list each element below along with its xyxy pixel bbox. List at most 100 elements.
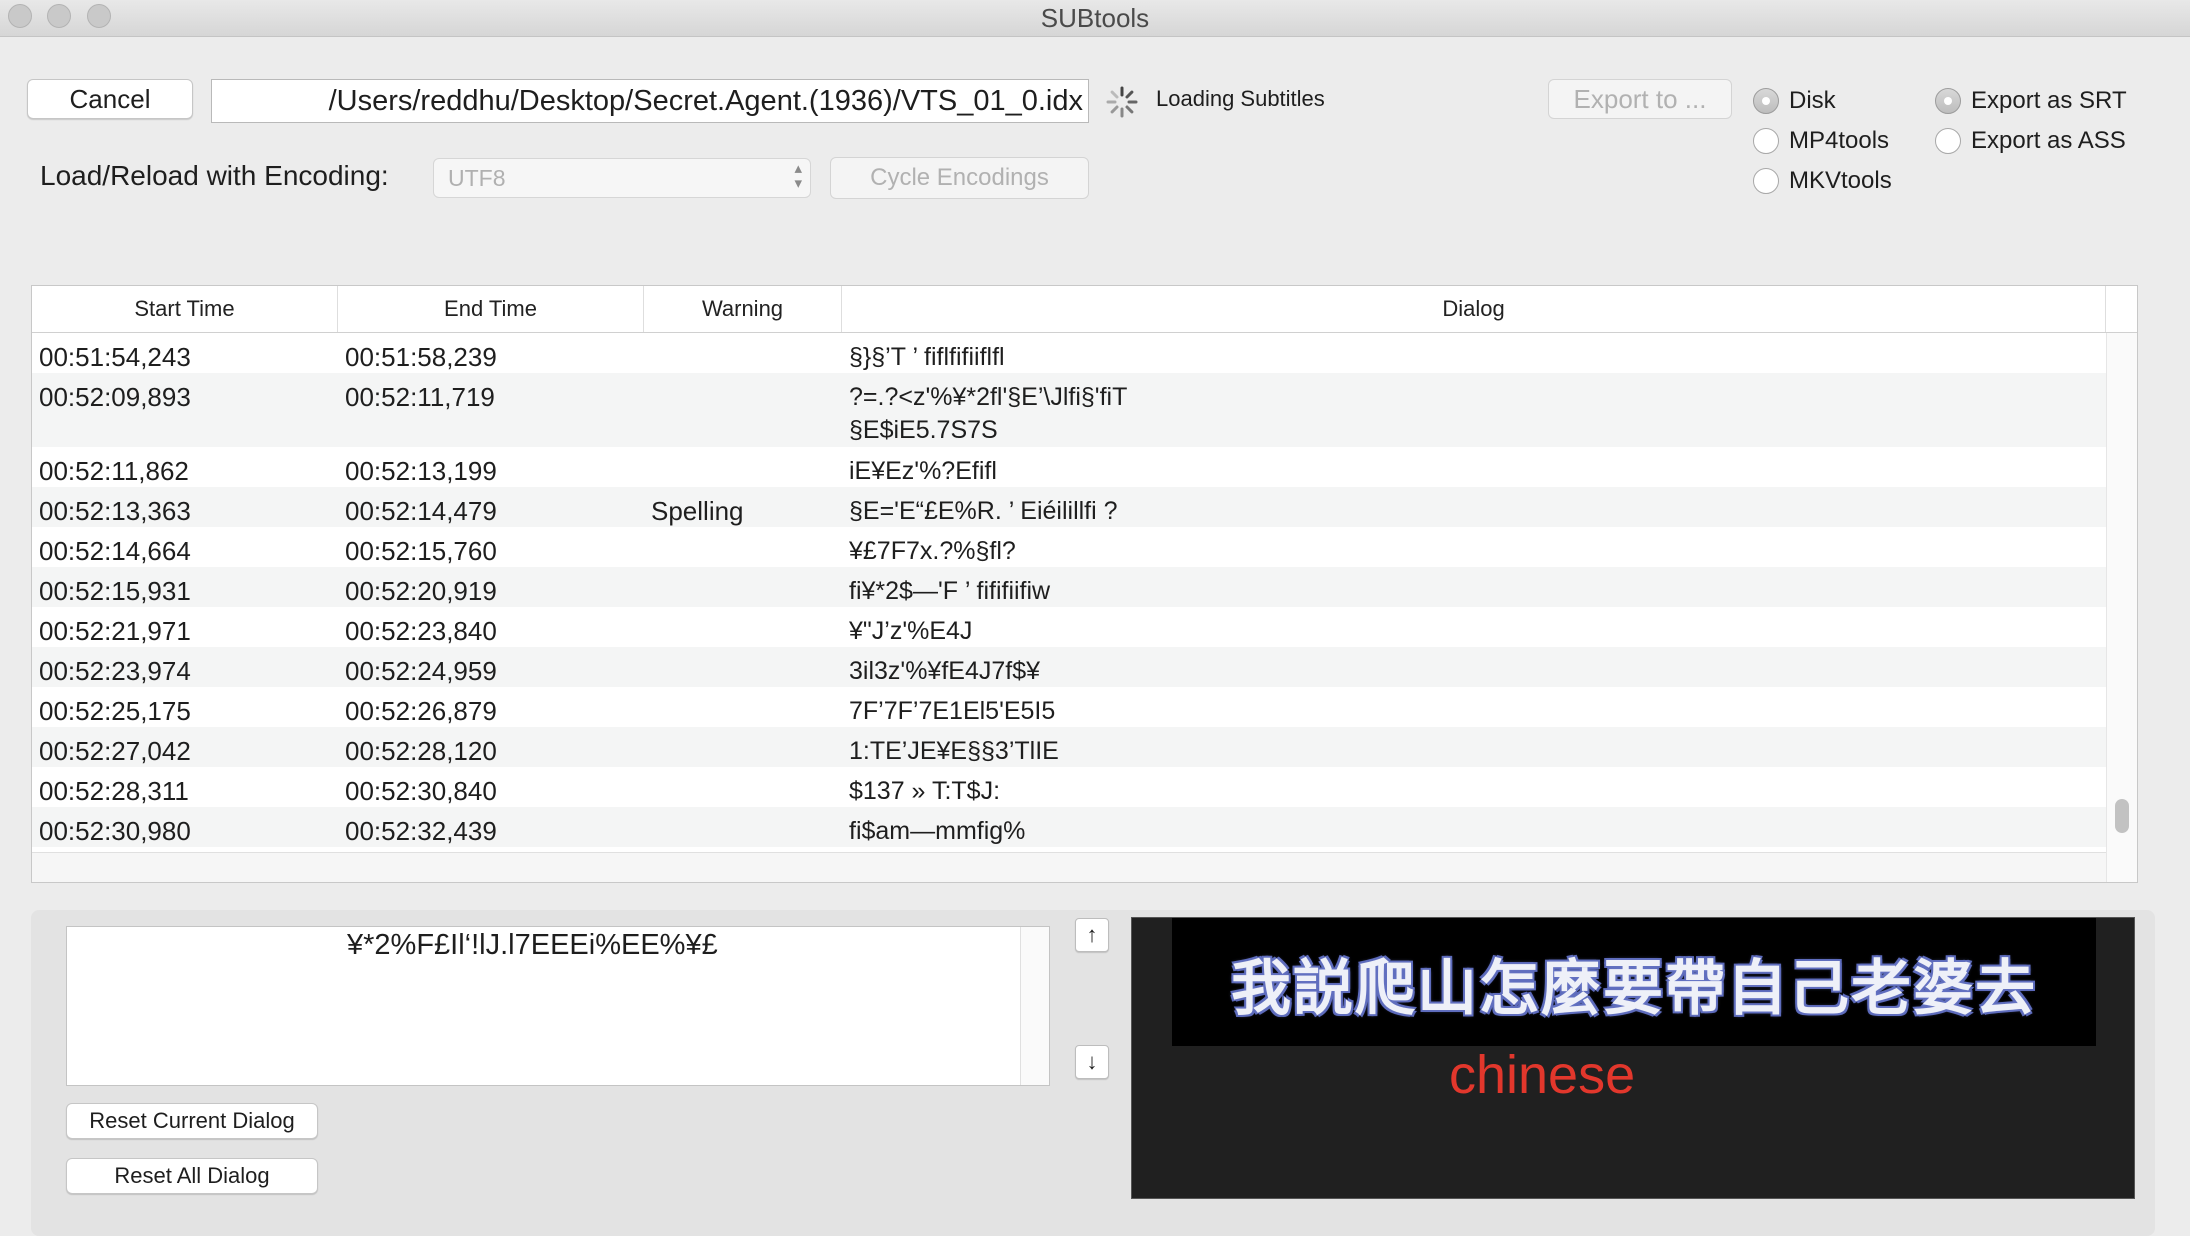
cell-start-time: 00:52:30,980 xyxy=(39,816,191,846)
export-button[interactable]: Export to ... xyxy=(1548,79,1732,119)
table-header: Start Time End Time Warning Dialog xyxy=(32,286,2137,333)
arrow-up-icon: ↑ xyxy=(1086,922,1098,947)
cell-end-time: 00:51:58,239 xyxy=(345,342,497,372)
radio-mkvtools-circle[interactable] xyxy=(1753,168,1779,194)
radio-mkvtools[interactable]: MKVtools xyxy=(1753,167,1892,195)
file-path-field[interactable]: /Users/reddhu/Desktop/Secret.Agent.(1936… xyxy=(211,79,1089,123)
column-header-end-time[interactable]: End Time xyxy=(338,286,644,332)
subtitle-image-text: 我説爬山怎麼要帶自己老婆去 xyxy=(1231,954,2037,1024)
cell-end-time: 00:52:23,840 xyxy=(345,616,497,646)
reset-current-dialog-button[interactable]: Reset Current Dialog xyxy=(66,1103,318,1139)
cancel-button[interactable]: Cancel xyxy=(27,79,193,119)
cell-start-time: 00:52:28,311 xyxy=(39,776,189,806)
radio-mp4tools-label: MP4tools xyxy=(1789,127,1890,154)
table-body: 00:51:54,243 00:51:58,239 §}§’T ’ fiflfifi… xyxy=(32,333,2106,847)
radio-export-srt-circle[interactable] xyxy=(1935,88,1961,114)
radio-export-ass-label: Export as ASS xyxy=(1971,127,2126,154)
encoding-select[interactable]: UTF8 ▴ ▾ xyxy=(433,158,811,198)
table-row[interactable]: 00:52:09,893 00:52:11,719 ?=.?<z'%¥*2fl'§E… xyxy=(32,373,2106,447)
cell-start-time: 00:52:11,862 xyxy=(39,456,189,486)
window-title: SUBtools xyxy=(1040,3,1150,33)
radio-mp4tools[interactable]: MP4tools xyxy=(1753,127,1889,155)
editor-scrollbar[interactable] xyxy=(1020,927,1049,1085)
radio-disk-label: Disk xyxy=(1789,87,1836,114)
dialog-line: ¥£7F7x.?%§fl? xyxy=(849,537,1016,565)
cell-start-time: 00:52:14,664 xyxy=(39,536,191,566)
previous-dialog-button[interactable]: ↑ xyxy=(1075,918,1109,952)
table-row[interactable]: 00:52:13,363 00:52:14,479 Spelling §E='E“£E… xyxy=(32,487,2106,527)
spinner-icon xyxy=(1106,86,1138,118)
cell-dialog: §}§’T ’ fiflfifiiflfl xyxy=(849,341,1005,374)
dialog-line: fi¥*2$—'F ’ fififiifiw xyxy=(849,577,1051,605)
table-row[interactable]: 00:52:11,862 00:52:13,199 iE¥Ez'%?Efifl xyxy=(32,447,2106,487)
subtitle-table[interactable]: Start Time End Time Warning Dialog 00:51… xyxy=(31,285,2138,883)
table-scrollbar[interactable] xyxy=(2106,333,2137,882)
cell-end-time: 00:52:24,959 xyxy=(345,656,497,686)
dialog-line: §E$iE5.7S7S xyxy=(849,416,998,444)
cell-end-time: 00:52:26,879 xyxy=(345,696,497,726)
table-row[interactable]: 00:51:54,243 00:51:58,239 §}§’T ’ fiflfifi… xyxy=(32,333,2106,373)
radio-mkvtools-label: MKVtools xyxy=(1789,167,1892,194)
cell-start-time: 00:52:27,042 xyxy=(39,736,191,766)
table-row[interactable]: 00:52:27,042 00:52:28,120 1:TE’JE¥E§§3’TlI… xyxy=(32,727,2106,767)
dialog-line: 3il3z'%¥fE4J7f$¥ xyxy=(849,657,1041,685)
arrow-down-icon: ↓ xyxy=(1086,1049,1098,1074)
cell-end-time: 00:52:20,919 xyxy=(345,576,497,606)
cell-start-time: 00:51:54,243 xyxy=(39,342,191,372)
cell-dialog: 3il3z'%¥fE4J7f$¥ xyxy=(849,655,1040,688)
cell-end-time: 00:52:14,479 xyxy=(345,496,497,526)
chevron-updown-icon: ▴ ▾ xyxy=(794,160,802,192)
cell-warning: Spelling xyxy=(651,496,744,526)
subtitle-preview: 我説爬山怎麼要帶自己老婆去 chinese xyxy=(1131,917,2135,1199)
dialog-line: fi$am—mmfig% xyxy=(849,817,1026,845)
cell-end-time: 00:52:32,439 xyxy=(345,816,497,846)
dialog-line: §}§’T ’ fiflfifiiflfl xyxy=(849,343,1005,371)
radio-disk-circle[interactable] xyxy=(1753,88,1779,114)
cell-dialog: fi$am—mmfig% xyxy=(849,815,1025,848)
table-row[interactable]: 00:52:25,175 00:52:26,879 7F’7F’7E1El5'E5I… xyxy=(32,687,2106,727)
radio-disk[interactable]: Disk xyxy=(1753,87,1836,115)
cell-start-time: 00:52:21,971 xyxy=(39,616,191,646)
cell-start-time: 00:52:25,175 xyxy=(39,696,191,726)
radio-export-ass-circle[interactable] xyxy=(1935,128,1961,154)
dialog-editor-text[interactable]: ¥*2%F£Il‘!lJ.l7EEEi%EE%¥£ xyxy=(347,929,718,962)
cell-start-time: 00:52:15,931 xyxy=(39,576,191,606)
dialog-line: ¥"J’z'%E4J xyxy=(849,617,973,645)
subtitle-language-label: chinese xyxy=(1449,1045,1636,1105)
cell-dialog: 7F’7F’7E1El5'E5I5 xyxy=(849,695,1055,728)
cell-end-time: 00:52:28,120 xyxy=(345,736,497,766)
cell-start-time: 00:52:09,893 xyxy=(39,382,191,412)
reset-all-dialog-button[interactable]: Reset All Dialog xyxy=(66,1158,318,1194)
table-row[interactable]: 00:52:30,980 00:52:32,439 fi$am—mmfig% xyxy=(32,807,2106,847)
table-row[interactable]: 00:52:23,974 00:52:24,959 3il3z'%¥fE4J7f$¥ xyxy=(32,647,2106,687)
cell-dialog: ?=.?<z'%¥*2fl'§E’\Jlfi§'fiT §E$iE5.7S7S xyxy=(849,381,1127,447)
table-row[interactable]: 00:52:14,664 00:52:15,760 ¥£7F7x.?%§fl? xyxy=(32,527,2106,567)
column-header-start-time[interactable]: Start Time xyxy=(32,286,338,332)
subtitle-image: 我説爬山怎麼要帶自己老婆去 xyxy=(1172,918,2096,1046)
cell-end-time: 00:52:13,199 xyxy=(345,456,497,486)
cell-end-time: 00:52:15,760 xyxy=(345,536,497,566)
dialog-editor[interactable]: ¥*2%F£Il‘!lJ.l7EEEi%EE%¥£ xyxy=(66,926,1050,1086)
radio-mp4tools-circle[interactable] xyxy=(1753,128,1779,154)
cell-start-time: 00:52:13,363 xyxy=(39,496,191,526)
dialog-line: iE¥Ez'%?Efifl xyxy=(849,457,997,485)
cell-dialog: $137 » T:T$J: xyxy=(849,775,1000,808)
table-row[interactable]: 00:52:15,931 00:52:20,919 fi¥*2$—'F ’ fifi… xyxy=(32,567,2106,607)
cell-dialog: ¥£7F7x.?%§fl? xyxy=(849,535,1016,568)
cell-dialog: §E='E“£E%R. ’ Eiéilillfi ? xyxy=(849,495,1118,528)
cell-dialog: fi¥*2$—'F ’ fififiifiw xyxy=(849,575,1050,608)
next-dialog-button[interactable]: ↓ xyxy=(1075,1045,1109,1079)
table-row[interactable]: 00:52:28,311 00:52:30,840 $137 » T:T$J: xyxy=(32,767,2106,807)
column-header-warning[interactable]: Warning xyxy=(644,286,842,332)
radio-export-ass[interactable]: Export as ASS xyxy=(1935,127,2126,155)
cycle-encodings-button[interactable]: Cycle Encodings xyxy=(830,157,1089,199)
radio-export-srt-label: Export as SRT xyxy=(1971,87,2127,114)
loading-status: Loading Subtitles xyxy=(1156,86,1325,111)
column-header-dialog[interactable]: Dialog xyxy=(842,286,2106,332)
table-row[interactable]: 00:52:21,971 00:52:23,840 ¥"J’z'%E4J xyxy=(32,607,2106,647)
cell-start-time: 00:52:23,974 xyxy=(39,656,191,686)
table-footer-bar xyxy=(32,852,2106,882)
scrollbar-thumb[interactable] xyxy=(2115,799,2129,833)
dialog-line: 7F’7F’7E1El5'E5I5 xyxy=(849,697,1056,725)
radio-export-srt[interactable]: Export as SRT xyxy=(1935,87,2127,115)
